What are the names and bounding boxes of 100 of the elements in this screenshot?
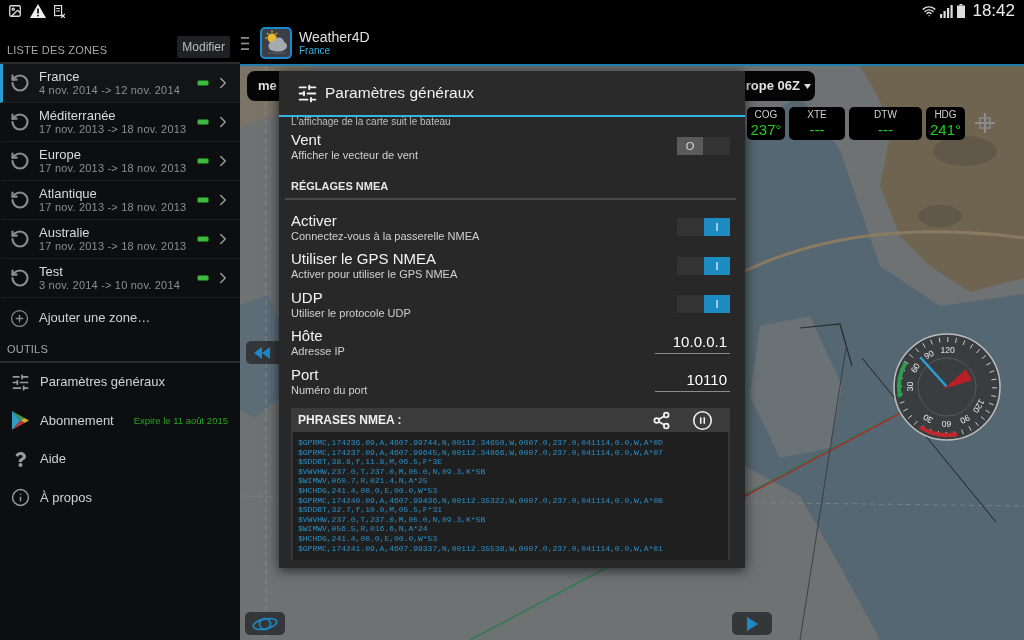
dialog-title: Paramètres généraux — [325, 84, 475, 102]
pause-icon[interactable] — [692, 409, 713, 431]
sliders-icon — [297, 82, 318, 104]
sliders-icon — [10, 372, 30, 392]
tool-label: Abonnement — [40, 412, 114, 429]
play-button[interactable] — [732, 612, 772, 635]
toggle-switch[interactable]: I — [677, 218, 730, 237]
setting-description: Utiliser le protocole UDP — [291, 305, 411, 320]
dial-label: 90 — [958, 412, 972, 427]
refresh-icon[interactable] — [10, 151, 30, 171]
instrument-label: COG — [754, 109, 778, 121]
dropdown-text: me — [258, 78, 277, 94]
setting-title: UDP — [291, 288, 324, 306]
tool-label: Aide — [40, 451, 67, 468]
dial-label: 30 — [904, 381, 916, 392]
zone-dates: 17 nov. 2013 -> 18 nov. 2013 — [39, 240, 187, 253]
zone-dates: 17 nov. 2013 -> 18 nov. 2013 — [39, 123, 187, 136]
land-patch — [933, 136, 997, 166]
instrument-value: 237° — [750, 121, 782, 138]
refresh-icon[interactable] — [10, 268, 30, 288]
status-indicator-icon — [197, 236, 209, 242]
nmea-sentence: $GPRMC,174241.09,A,4607.99337,N,00112.35538,W,0007.0,237.0,041114,0.0,W,A*01 — [298, 543, 664, 554]
value-field[interactable]: 10110 — [655, 370, 730, 393]
refresh-icon[interactable] — [10, 229, 30, 249]
zone-item[interactable]: Atlantique 17 nov. 2013 -> 18 nov. 2013 — [0, 181, 240, 220]
setting-title: Utiliser le GPS NMEA — [291, 250, 438, 268]
zone-name: Australie — [39, 225, 91, 240]
toggle-switch[interactable]: O — [677, 137, 730, 156]
zone-item[interactable]: Australie 17 nov. 2013 -> 18 nov. 2013 — [0, 220, 240, 259]
tool-item[interactable]: Abonnement Expire le 11 août 2015 — [0, 401, 240, 440]
zone-dates: 4 nov. 2014 -> 12 nov. 2014 — [39, 84, 181, 97]
refresh-icon[interactable] — [10, 190, 30, 210]
dial-label: 120 — [970, 397, 987, 415]
instrument-value: --- — [878, 121, 893, 138]
status-indicator-icon — [197, 119, 209, 125]
zone-item[interactable]: Europe 17 nov. 2013 -> 18 nov. 2013 — [0, 142, 240, 181]
dial-label: 60 — [908, 361, 922, 375]
tool-item[interactable]: Aide — [0, 440, 240, 479]
dial-label: 60 — [941, 418, 952, 430]
cloud-sun-icon[interactable] — [260, 27, 292, 59]
setting-description: Adresse IP — [291, 344, 345, 359]
setting-description: Numéro du port — [291, 382, 368, 397]
section-title: RÉGLAGES NMEA — [285, 165, 736, 200]
status-indicator-icon — [197, 80, 209, 86]
subscription-note: Expire le 11 août 2015 — [133, 414, 228, 427]
warning-icon — [30, 4, 46, 18]
info-icon — [10, 488, 30, 508]
jetty-line — [799, 323, 853, 367]
clock-time: 18:42 — [972, 1, 1015, 21]
nmea-sentence: $GPRMC,174237.09,A,4607.99645,N,00112.34866,W,0007.0,237.0,041114,0.0,W,A*07 — [298, 447, 664, 458]
setting-title: Port — [291, 365, 320, 383]
zone-item[interactable]: France 4 nov. 2014 -> 12 nov. 2014 — [0, 64, 240, 103]
refresh-icon[interactable] — [10, 112, 30, 132]
add-zone-item[interactable]: Ajouter une zone… — [0, 298, 240, 338]
nmea-sentence: $GPRMC,174236.09,A,4607.99744,N,00112.34650,W,0007.0,237.0,041114,0.0,W,A*0D — [298, 438, 664, 448]
share-icon[interactable] — [652, 410, 671, 430]
picture-icon — [8, 4, 22, 18]
menu-icon[interactable] — [241, 36, 249, 50]
setting-description: Activer pour utiliser le GPS NMEA — [291, 267, 458, 282]
orbit-button[interactable] — [245, 612, 285, 635]
setting-title: Vent — [291, 130, 323, 148]
instrument-label: DTW — [874, 109, 897, 121]
caret-icon — [804, 83, 811, 89]
tool-item[interactable]: À propos — [0, 478, 240, 517]
document-icon — [54, 4, 65, 18]
tool-label: À propos — [40, 489, 93, 506]
instrument-label: XTE — [807, 109, 827, 121]
wifi-icon — [922, 4, 937, 18]
setting-description: Afficher le vecteur de vent — [291, 147, 418, 162]
status-indicator-icon — [197, 275, 209, 281]
plus-circle-icon — [10, 308, 29, 328]
zone-name: France — [39, 69, 81, 84]
toggle-switch[interactable]: I — [677, 295, 730, 314]
zone-item[interactable]: Méditerranée 17 nov. 2013 -> 18 nov. 2013 — [0, 103, 240, 142]
instrument-label: HDG — [934, 109, 957, 121]
toggle-switch[interactable]: I — [677, 256, 730, 275]
signal-icon — [940, 4, 954, 18]
zone-dates: 17 nov. 2013 -> 18 nov. 2013 — [39, 162, 187, 175]
zone-item[interactable]: Test 3 nov. 2014 -> 10 nov. 2014 — [0, 259, 240, 298]
nmea-sentence: $WIMWV,060.7,R,021.4,N,A*25 — [298, 476, 429, 486]
zone-name: Test — [39, 264, 64, 279]
status-indicator-icon — [197, 158, 209, 164]
section-header: OUTILS — [7, 342, 48, 356]
instrument-value: 241° — [930, 121, 961, 138]
status-indicator-icon — [197, 197, 209, 203]
app-title: Weather4D — [299, 29, 370, 45]
value-field[interactable]: 10.0.0.1 — [655, 331, 730, 354]
add-zone-label: Ajouter une zone… — [39, 310, 151, 326]
setting-description: L'affichage de la carte suit le bateau — [291, 117, 452, 127]
setting-description: Connectez-vous à la passerelle NMEA — [291, 228, 480, 243]
play-icon — [746, 616, 758, 631]
tool-item[interactable]: Paramètres généraux — [0, 363, 240, 402]
nmea-sentence: $SDDBT,32.7,f,10.0,M,05.5,F*31 — [298, 505, 444, 515]
zone-name: Atlantique — [39, 186, 98, 201]
nmea-sentence: $VWVHW,237.0,T,237.0,M,05.0,N,09.3,K*5B — [298, 466, 487, 477]
edit-button[interactable]: Modifier — [177, 36, 230, 58]
dial-label: 30 — [921, 412, 935, 426]
nmea-sentence: $VWVHW,237.0,T,237.0,M,05.0,N,09.3,K*5B — [298, 514, 487, 525]
refresh-icon[interactable] — [10, 73, 30, 93]
zone-name: Méditerranée — [39, 108, 117, 123]
